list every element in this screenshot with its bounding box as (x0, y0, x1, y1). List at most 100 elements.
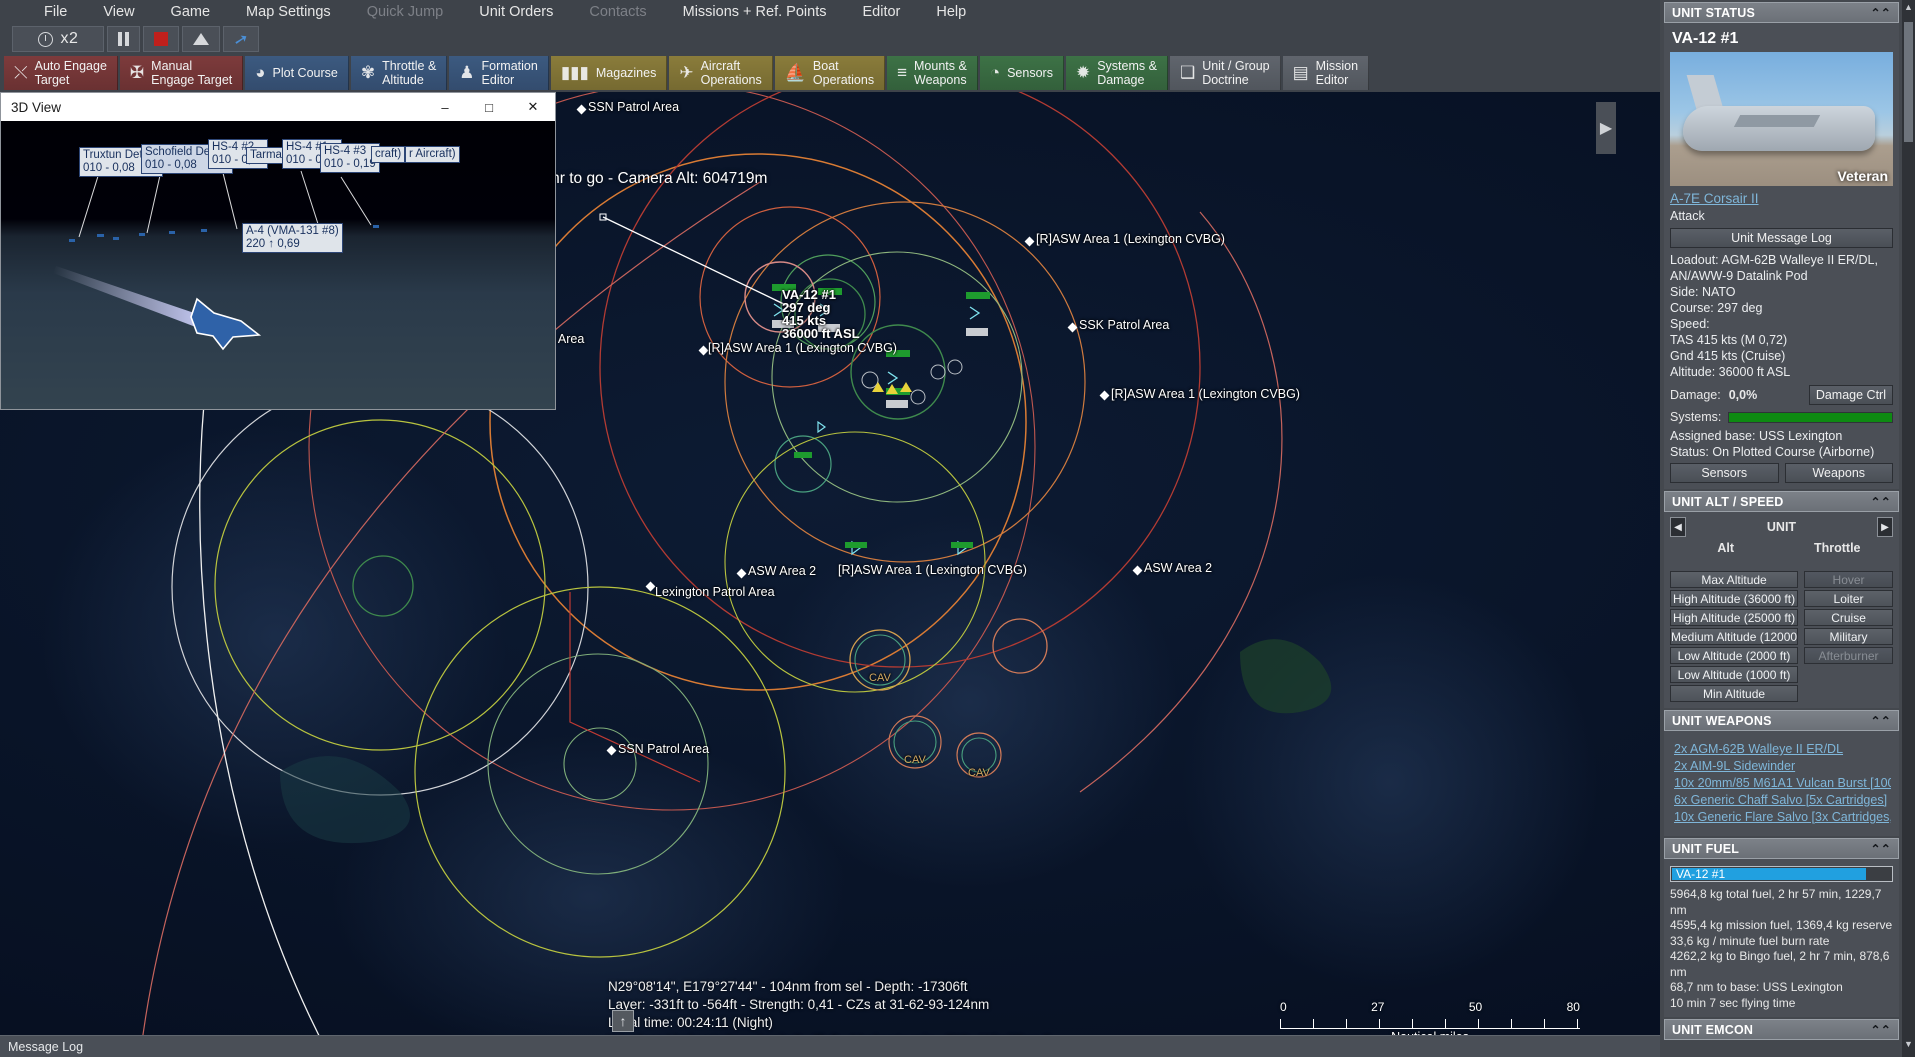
mission-editor-icon: ▤ (1293, 63, 1309, 82)
scroll-up-icon[interactable]: ▲ (1902, 2, 1915, 18)
throttle-button-military[interactable]: Military (1804, 628, 1893, 645)
throttle-button-hover: Hover (1804, 571, 1893, 588)
ribbon-boat-operations[interactable]: ⛵ Boat Operations (775, 56, 885, 90)
unit-alt-speed-header[interactable]: UNIT ALT / SPEED ⌃⌃ (1664, 491, 1899, 512)
ribbon-manual-engage-target[interactable]: ✠ Manual Engage Target (120, 56, 243, 90)
maximize-button[interactable]: □ (467, 93, 511, 121)
unit-rank-label: Veteran (1837, 168, 1888, 184)
formation-icon: ♟ (459, 63, 474, 82)
panel-unit-status: UNIT STATUS ⌃⌃ VA-12 #1 Veteran A-7E Cor… (1664, 2, 1899, 489)
menu-file[interactable]: File (26, 4, 85, 20)
ribbon-magazines[interactable]: ▮▮▮ Magazines (551, 56, 668, 90)
ribbon-throttle-altitude[interactable]: ✾ Throttle & Altitude (351, 56, 447, 90)
ribbon-plot-course[interactable]: ◕ Plot Course (245, 56, 349, 90)
ribbon-systems-damage[interactable]: ✹ Systems & Damage (1066, 56, 1168, 90)
fuel-line-mission: 4595,4 kg mission fuel, 1369,4 kg reserv… (1670, 918, 1893, 934)
weapon-item-sidewinder[interactable]: 2x AIM-9L Sidewinder (1674, 758, 1891, 775)
menu-help[interactable]: Help (918, 4, 984, 20)
menu-missions-ref-points[interactable]: Missions + Ref. Points (665, 4, 845, 20)
weapon-item-walleye[interactable]: 2x AGM-62B Walleye II ER/DL (1674, 741, 1891, 758)
unit-message-log-button[interactable]: Unit Message Log (1670, 228, 1893, 248)
alt-button-high-25000[interactable]: High Altitude (25000 ft) (1670, 609, 1798, 626)
ribbon-unit-group-doctrine[interactable]: ❑ Unit / Group Doctrine (1170, 56, 1281, 90)
sidebar-scrollbar[interactable]: ▲ ▼ (1902, 0, 1915, 1057)
weapon-item-chaff[interactable]: 6x Generic Chaff Salvo [5x Cartridges] (1674, 792, 1891, 809)
throttle-button-loiter[interactable]: Loiter (1804, 590, 1893, 607)
weapon-item-vulcan[interactable]: 10x 20mm/85 M61A1 Vulcan Burst [100 rnd (1674, 775, 1891, 792)
throttle-button-cruise[interactable]: Cruise (1804, 609, 1893, 626)
alt-button-max[interactable]: Max Altitude (1670, 571, 1798, 588)
throttle-spacer (1804, 666, 1893, 683)
unit-damage-row: Damage: 0,0% Damage Ctrl (1670, 385, 1893, 405)
scale-tick-1: 27 (1371, 1000, 1384, 1014)
map-panel-expand-handle[interactable]: ▶ (1596, 102, 1616, 154)
alt-button-high-36000[interactable]: High Altitude (36000 ft) (1670, 590, 1798, 607)
time-speed-button[interactable]: x2 (12, 26, 104, 52)
ribbon-formation-editor[interactable]: ♟ Formation Editor (449, 56, 549, 90)
chevron-up-icon[interactable]: ⌃⌃ (1870, 842, 1891, 856)
sensors-button[interactable]: Sensors (1670, 463, 1779, 483)
weapon-item-flare[interactable]: 10x Generic Flare Salvo [3x Cartridges, … (1674, 809, 1891, 826)
prev-unit-icon[interactable]: ◀ (1670, 517, 1686, 537)
3d-view-scene[interactable]: Truxtun Det #1 010 - 0,08 Schofield Det … (1, 121, 555, 409)
menu-editor[interactable]: Editor (844, 4, 918, 20)
menu-map-settings[interactable]: Map Settings (228, 4, 349, 20)
chevron-up-icon[interactable]: ⌃⌃ (1870, 1023, 1891, 1037)
unit-altitude: Altitude: 36000 ft ASL (1670, 364, 1893, 380)
clock-icon (38, 32, 53, 47)
3d-view-titlebar[interactable]: 3D View – □ ✕ (1, 93, 555, 121)
bottom-panel-expand-button[interactable]: ↑ (612, 1010, 634, 1032)
weapons-button[interactable]: Weapons (1785, 463, 1894, 483)
fuel-line-total: 5964,8 kg total fuel, 2 hr 57 min, 1229,… (1670, 887, 1893, 918)
weapons-list: 2x AGM-62B Walleye II ER/DL 2x AIM-9L Si… (1670, 735, 1893, 830)
close-button[interactable]: ✕ (511, 93, 555, 121)
next-unit-icon[interactable]: ▶ (1877, 517, 1893, 537)
tag-line-1: r Aircraft) (409, 148, 456, 161)
stop-button[interactable] (143, 26, 179, 52)
unit-emcon-header[interactable]: UNIT EMCON ⌃⌃ (1664, 1019, 1899, 1040)
unit-fuel-header[interactable]: UNIT FUEL ⌃⌃ (1664, 838, 1899, 859)
map-marker-cav-1: CAV (869, 672, 891, 684)
ribbon-label: Plot Course (273, 66, 338, 80)
pause-button[interactable] (107, 26, 140, 52)
unit-class-link[interactable]: A-7E Corsair II (1670, 191, 1759, 206)
unit-weapons-header-label: UNIT WEAPONS (1672, 714, 1772, 728)
throttle-icon: ✾ (361, 63, 375, 82)
alt-button-min[interactable]: Min Altitude (1670, 685, 1798, 702)
alt-button-low-1000[interactable]: Low Altitude (1000 ft) (1670, 666, 1798, 683)
map-overlay-button[interactable] (182, 26, 220, 52)
3d-tag-aircraft[interactable]: r Aircraft) (405, 146, 460, 163)
3d-view-window[interactable]: 3D View – □ ✕ (0, 92, 556, 410)
menu-game[interactable]: Game (153, 4, 229, 20)
chevron-up-icon[interactable]: ⌃⌃ (1870, 6, 1891, 20)
ribbon-aircraft-operations[interactable]: ✈ Aircraft Operations (669, 56, 772, 90)
ribbon-mission-editor[interactable]: ▤ Mission Editor (1283, 56, 1369, 90)
menu-unit-orders[interactable]: Unit Orders (461, 4, 571, 20)
unit-weapons-body: 2x AGM-62B Walleye II ER/DL 2x AIM-9L Si… (1664, 731, 1899, 836)
alt-button-medium-12000[interactable]: Medium Altitude (12000 (1670, 628, 1798, 645)
alt-button-low-2000[interactable]: Low Altitude (2000 ft) (1670, 647, 1798, 664)
ribbon-sensors[interactable]: ◔ Sensors (980, 56, 1064, 90)
scale-tick-2: 50 (1469, 1000, 1482, 1014)
3d-tag-a4-vma131-8[interactable]: A-4 (VMA-131 #8) 220 ↑ 0,69 (242, 223, 343, 253)
photo-fuselage-shape (1683, 106, 1875, 152)
jump-button[interactable]: ➚ (223, 26, 259, 52)
ribbon-auto-engage-target[interactable]: ⤬ Auto Engage Target (4, 56, 118, 90)
scrollbar-thumb[interactable] (1904, 22, 1913, 142)
menu-bar: File View Game Map Settings Quick Jump U… (0, 0, 1915, 24)
damage-control-button[interactable]: Damage Ctrl (1809, 385, 1893, 405)
scroll-down-icon[interactable]: ▼ (1902, 1039, 1915, 1055)
chevron-up-icon[interactable]: ⌃⌃ (1870, 714, 1891, 728)
menu-view[interactable]: View (85, 4, 152, 20)
3d-tag-craft[interactable]: craft) (371, 146, 405, 163)
unit-weapons-header[interactable]: UNIT WEAPONS ⌃⌃ (1664, 710, 1899, 731)
message-log-bar[interactable]: Message Log (0, 1035, 1660, 1057)
unit-status-header[interactable]: UNIT STATUS ⌃⌃ (1664, 2, 1899, 23)
minimize-button[interactable]: – (423, 93, 467, 121)
ribbon-mounts-weapons[interactable]: ≡ Mounts & Weapons (887, 56, 978, 90)
application-root: File View Game Map Settings Quick Jump U… (0, 0, 1915, 1057)
chevron-up-icon[interactable]: ⌃⌃ (1870, 495, 1891, 509)
unit-side: Side: NATO (1670, 284, 1893, 300)
fuel-line-flighttime: 10 min 7 sec flying time (1670, 996, 1893, 1012)
systems-health-bar (1728, 412, 1893, 423)
